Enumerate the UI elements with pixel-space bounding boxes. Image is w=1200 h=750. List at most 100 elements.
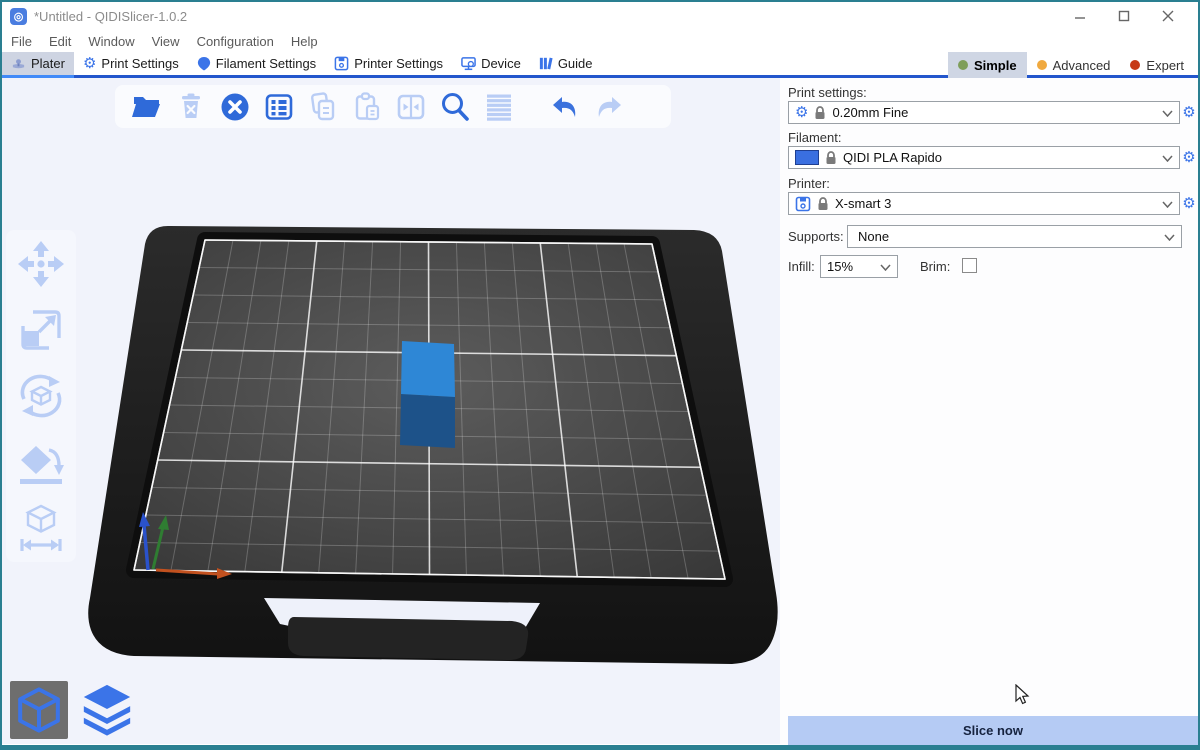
menu-help[interactable]: Help <box>291 34 330 49</box>
guide-icon <box>539 56 553 71</box>
supports-label: Supports: <box>788 229 844 244</box>
brim-checkbox[interactable] <box>962 258 977 273</box>
mode-advanced-label: Advanced <box>1053 58 1111 73</box>
split-objects-button[interactable] <box>389 89 433 125</box>
mode-simple[interactable]: Simple <box>948 52 1027 78</box>
infill-label: Infill: <box>788 259 815 274</box>
print-settings-combo[interactable]: ⚙ 0.20mm Fine <box>788 101 1180 124</box>
3d-editor-view-button[interactable] <box>10 681 68 739</box>
open-button[interactable] <box>125 89 169 125</box>
filament-icon <box>197 56 211 71</box>
undo-button[interactable] <box>543 89 587 125</box>
device-icon <box>461 56 476 71</box>
copy-button[interactable] <box>301 89 345 125</box>
minimize-button[interactable] <box>1058 2 1102 30</box>
filament-value: QIDI PLA Rapido <box>843 150 1156 165</box>
printer-icon <box>795 196 811 212</box>
open-folder-icon <box>130 90 164 124</box>
variable-layer-height-button[interactable] <box>477 89 521 125</box>
plater-icon <box>11 56 26 71</box>
scale-button[interactable] <box>15 304 67 356</box>
menu-configuration[interactable]: Configuration <box>197 34 286 49</box>
search-icon <box>438 90 472 124</box>
mode-simple-label: Simple <box>974 58 1017 73</box>
paste-button[interactable] <box>345 89 389 125</box>
app-logo-icon: ◎ <box>10 8 27 25</box>
mode-expert-label: Expert <box>1146 58 1184 73</box>
tab-printer-settings[interactable]: Printer Settings <box>325 52 452 75</box>
measure-button[interactable] <box>15 502 67 554</box>
place-on-face-button[interactable] <box>15 436 67 488</box>
move-button[interactable] <box>15 238 67 290</box>
edit-print-settings-button[interactable]: ⚙ <box>1180 102 1198 122</box>
3d-viewport[interactable] <box>2 78 780 744</box>
mode-expert[interactable]: Expert <box>1120 52 1194 78</box>
measure-icon <box>15 502 67 554</box>
filament-combo[interactable]: QIDI PLA Rapido <box>788 146 1180 169</box>
lock-icon <box>817 197 829 211</box>
search-button[interactable] <box>433 89 477 125</box>
model-cube-top <box>401 341 455 397</box>
split-objects-icon <box>394 90 428 124</box>
object-toolbar <box>6 230 76 562</box>
delete-button[interactable] <box>169 89 213 125</box>
model-cube-front <box>400 394 455 448</box>
tab-guide-label: Guide <box>558 56 593 71</box>
supports-combo[interactable]: None <box>847 225 1182 248</box>
chevron-down-icon <box>1162 150 1173 165</box>
tab-guide[interactable]: Guide <box>530 52 602 75</box>
menu-view[interactable]: View <box>152 34 192 49</box>
tab-filament-settings[interactable]: Filament Settings <box>188 52 325 75</box>
infill-value: 15% <box>827 259 874 274</box>
brim-label: Brim: <box>920 259 950 274</box>
undo-icon <box>548 90 582 124</box>
edit-printer-button[interactable]: ⚙ <box>1180 193 1198 213</box>
build-plate-scene <box>2 78 780 744</box>
rotate-button[interactable] <box>15 370 67 422</box>
supports-value: None <box>854 229 1158 244</box>
preview-view-button[interactable] <box>78 681 136 739</box>
plater-toolbar <box>115 85 671 128</box>
edit-filament-button[interactable]: ⚙ <box>1180 147 1198 167</box>
redo-icon <box>592 90 626 124</box>
mode-switcher: Simple Advanced Expert <box>948 52 1194 78</box>
rotate-icon <box>15 370 67 422</box>
menu-window[interactable]: Window <box>88 34 146 49</box>
delete-all-icon <box>218 90 252 124</box>
arrange-button[interactable] <box>257 89 301 125</box>
tab-print-settings[interactable]: ⚙ Print Settings <box>74 52 188 75</box>
printer-combo[interactable]: X-smart 3 <box>788 192 1180 215</box>
chevron-down-icon <box>880 259 891 274</box>
preview-layers-icon <box>79 682 135 738</box>
bed-handle-bar <box>288 617 528 660</box>
redo-button[interactable] <box>587 89 631 125</box>
filament-color-swatch <box>795 150 819 165</box>
delete-all-button[interactable] <box>213 89 257 125</box>
tab-plater-label: Plater <box>31 56 65 71</box>
tab-bar: Plater ⚙ Print Settings Filament Setting… <box>2 52 1198 78</box>
infill-combo[interactable]: 15% <box>820 255 898 278</box>
lock-icon <box>814 106 826 120</box>
maximize-button[interactable] <box>1102 2 1146 30</box>
layer-list-icon <box>482 90 516 124</box>
menu-file[interactable]: File <box>11 34 44 49</box>
tab-printer-settings-label: Printer Settings <box>354 56 443 71</box>
copy-icon <box>306 90 340 124</box>
close-button[interactable] <box>1146 2 1190 30</box>
view-switcher <box>10 681 136 739</box>
move-icon <box>15 238 67 290</box>
title-bar: ◎ *Untitled - QIDISlicer-1.0.2 <box>2 2 1198 30</box>
menu-edit[interactable]: Edit <box>49 34 83 49</box>
tab-device[interactable]: Device <box>452 52 530 75</box>
app-window: ◎ *Untitled - QIDISlicer-1.0.2 File Edit… <box>0 0 1200 750</box>
mode-advanced[interactable]: Advanced <box>1027 52 1121 78</box>
scale-icon <box>15 304 67 356</box>
slice-now-button[interactable]: Slice now <box>788 716 1198 745</box>
tab-plater[interactable]: Plater <box>2 52 74 75</box>
print-settings-label: Print settings: <box>788 85 867 100</box>
print-settings-gear-icon: ⚙ <box>83 56 96 71</box>
3d-editor-cube-icon <box>13 682 65 738</box>
filament-label: Filament: <box>788 130 841 145</box>
window-title: *Untitled - QIDISlicer-1.0.2 <box>34 9 187 24</box>
expert-dot-icon <box>1130 60 1140 70</box>
